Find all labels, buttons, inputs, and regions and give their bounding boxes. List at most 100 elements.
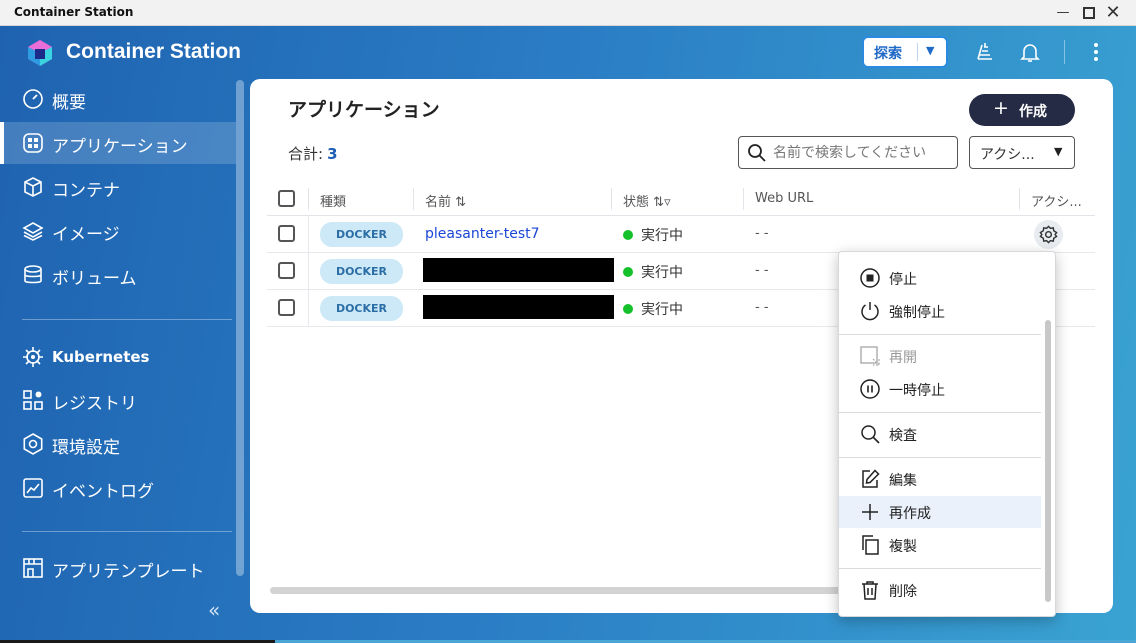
menu-item-label: 再開 <box>889 350 917 366</box>
horizontal-scrollbar[interactable] <box>270 587 845 594</box>
sidebar-item-applications[interactable]: アプリケーション <box>0 122 236 164</box>
registry-grid-icon <box>23 390 43 410</box>
row-checkbox[interactable] <box>278 262 295 279</box>
menu-item-recreate[interactable]: 再作成 <box>839 496 1041 528</box>
search-icon <box>748 144 766 162</box>
edit-icon <box>862 469 880 488</box>
status-text: 実行中 <box>641 302 683 318</box>
sidebar-item-label: アプリテンプレート <box>52 562 205 582</box>
column-separator <box>743 188 744 210</box>
sidebar-item-label: イメージ <box>52 225 120 245</box>
column-header-name[interactable]: 名前 ⇅ <box>425 191 466 210</box>
sidebar-item-app-templates[interactable]: アプリテンプレート <box>0 547 236 589</box>
sidebar-item-preferences[interactable]: 環境設定 <box>0 423 236 465</box>
gear-icon <box>1039 225 1058 244</box>
search-input[interactable] <box>773 142 951 164</box>
select-all-checkbox[interactable] <box>278 190 295 207</box>
sidebar-item-label: アプリケーション <box>52 137 188 157</box>
stop-icon <box>860 268 880 288</box>
row-checkbox[interactable] <box>278 225 295 242</box>
power-icon <box>861 302 879 321</box>
sidebar-item-event-log[interactable]: イベントログ <box>0 467 236 509</box>
menu-divider <box>839 334 1041 335</box>
filter-icon[interactable]: ▿ <box>664 195 671 210</box>
chevron-down-icon[interactable]: ▼ <box>926 44 934 57</box>
menu-item-label: 検査 <box>889 428 917 444</box>
menu-item-inspect[interactable]: 検査 <box>839 418 1041 450</box>
search-box[interactable] <box>738 136 958 169</box>
sidebar-item-label: Kubernetes <box>52 348 150 366</box>
cube-icon <box>24 177 42 197</box>
stack-usage-icon[interactable] <box>973 40 997 64</box>
header-separator <box>1064 40 1065 64</box>
column-name-label: 名前 <box>425 195 452 210</box>
column-separator <box>308 253 309 290</box>
plus-icon <box>862 504 878 520</box>
menu-item-pause[interactable]: 一時停止 <box>839 373 1041 405</box>
redacted-name <box>423 295 614 319</box>
web-url: - - <box>755 263 769 278</box>
table-row[interactable]: DOCKER pleasanter-test7 実行中 - - <box>267 216 1095 253</box>
menu-scrollbar[interactable] <box>1045 320 1051 602</box>
menu-item-resume[interactable]: 再開 <box>839 340 1041 372</box>
row-settings-button[interactable] <box>1034 220 1063 249</box>
menu-divider <box>839 412 1041 413</box>
actions-dropdown[interactable]: アクシ... ▼ <box>969 136 1075 169</box>
menu-item-stop[interactable]: 停止 <box>839 262 1041 294</box>
status-running-dot <box>623 230 633 240</box>
sidebar-item-label: イベントログ <box>52 482 154 502</box>
redacted-name <box>423 258 614 282</box>
sidebar-item-volumes[interactable]: ボリューム <box>0 254 236 296</box>
app-name-link[interactable]: pleasanter-test7 <box>425 226 540 242</box>
brand-name: Container Station <box>66 40 242 63</box>
column-header-web-url: Web URL <box>755 191 814 206</box>
minimize-icon[interactable]: — <box>1054 4 1072 22</box>
collapse-sidebar-icon[interactable]: « <box>208 598 220 622</box>
column-header-actions: アクシ... <box>1031 195 1082 210</box>
trash-icon <box>862 581 878 600</box>
sidebar-item-kubernetes[interactable]: Kubernetes <box>0 336 236 378</box>
sidebar-item-registry[interactable]: レジストリ <box>0 379 236 421</box>
sidebar-scrollbar[interactable] <box>236 80 244 576</box>
status-text: 実行中 <box>641 228 683 244</box>
actions-dropdown-label: アクシ... <box>980 147 1035 163</box>
layers-icon <box>22 222 44 241</box>
column-header-type[interactable]: 種類 <box>320 191 346 210</box>
total-label: 合計: <box>288 145 324 163</box>
menu-item-label: 停止 <box>889 272 917 288</box>
bell-icon[interactable] <box>1018 40 1042 64</box>
sidebar-item-overview[interactable]: 概要 <box>0 78 236 120</box>
type-badge: DOCKER <box>320 259 403 284</box>
menu-item-edit[interactable]: 編集 <box>839 463 1041 495</box>
pause-icon <box>860 379 880 399</box>
more-vertical-icon[interactable] <box>1084 40 1108 64</box>
chevron-down-icon: ▼ <box>1054 145 1063 158</box>
menu-item-duplicate[interactable]: 複製 <box>839 529 1041 561</box>
window-titlebar: Container Station — ✕ <box>0 0 1136 26</box>
column-header-status[interactable]: 状態 ⇅▿ <box>623 191 671 210</box>
status-running-dot <box>623 267 633 277</box>
type-badge: DOCKER <box>320 222 403 247</box>
status-text: 実行中 <box>641 265 683 281</box>
sidebar-item-images[interactable]: イメージ <box>0 210 236 252</box>
apps-grid-icon <box>23 133 43 153</box>
menu-item-delete[interactable]: 削除 <box>839 574 1041 606</box>
close-icon[interactable]: ✕ <box>1104 4 1122 22</box>
sidebar-item-label: 概要 <box>52 93 86 113</box>
menu-item-label: 再作成 <box>889 506 931 522</box>
row-checkbox[interactable] <box>278 299 295 316</box>
row-context-menu: 停止 強制停止 再開 一時停止 検査 編集 再作成 複製 削除 <box>838 251 1056 617</box>
search-icon <box>861 425 880 444</box>
window-title: Container Station <box>14 5 134 19</box>
chart-log-icon <box>23 478 43 498</box>
page-title: アプリケーション <box>288 99 440 121</box>
sort-icon[interactable]: ⇅ <box>653 195 664 210</box>
explore-button[interactable]: 探索 ▼ <box>862 36 948 68</box>
create-button[interactable]: + 作成 <box>969 94 1075 126</box>
menu-item-force-stop[interactable]: 強制停止 <box>839 295 1041 327</box>
sort-icon[interactable]: ⇅ <box>455 195 466 210</box>
sidebar-item-containers[interactable]: コンテナ <box>0 166 236 208</box>
menu-item-label: 一時停止 <box>889 383 945 399</box>
sidebar-divider <box>22 319 232 320</box>
maximize-icon[interactable] <box>1080 4 1098 22</box>
